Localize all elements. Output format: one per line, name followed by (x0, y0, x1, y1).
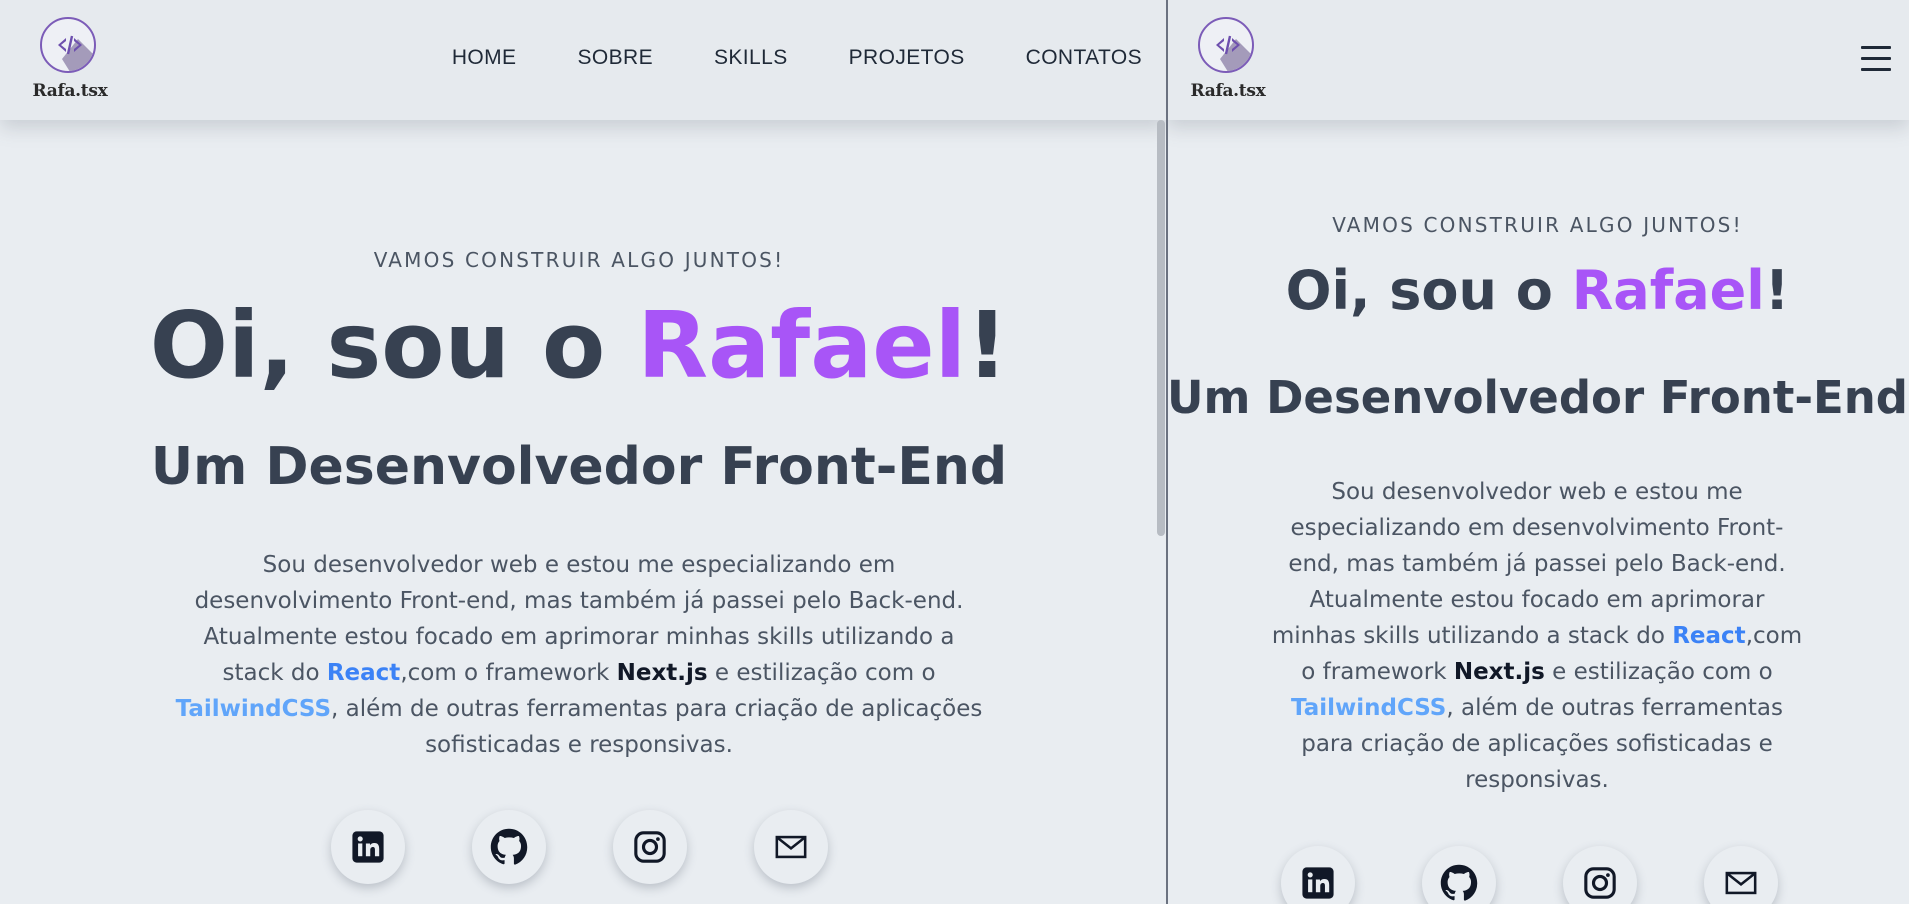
github-icon (490, 828, 528, 865)
linkedin-icon (352, 831, 384, 863)
logo-text: Rafa.tsx (32, 81, 108, 101)
hero-bio: Sou desenvolvedor web e estou me especia… (170, 547, 988, 763)
hero-eyebrow: VAMOS CONSTRUIR ALGO JUNTOS! (1332, 213, 1743, 237)
split-screen-view: Rafa.tsx HOME SOBRE SKILLS PROJETOS CONT… (0, 0, 1909, 904)
hero-exclamation: ! (1764, 259, 1790, 322)
mobile-viewport: Rafa.tsx VAMOS CONSTRUIR ALGO JUNTOS! Oi… (1166, 0, 1909, 904)
nav-home[interactable]: HOME (452, 46, 517, 70)
hero-greeting: Oi, sou o (1285, 259, 1572, 322)
mail-icon (775, 835, 807, 859)
bio-next: Next.js (1453, 659, 1545, 685)
hero-subtitle: Um Desenvolvedor Front-End (150, 437, 1008, 497)
bio-next: Next.js (616, 660, 708, 686)
bio-text: e estilização com o (707, 660, 936, 686)
pane-divider (1166, 0, 1168, 904)
hamburger-menu-icon[interactable] (1861, 44, 1891, 74)
bio-text: e estilização com o (1544, 659, 1773, 685)
mail-icon (1725, 871, 1757, 895)
github-icon (1440, 864, 1478, 901)
instagram-link[interactable] (613, 810, 687, 884)
linkedin-icon (1302, 867, 1334, 899)
hero-name: Rafael (637, 292, 967, 399)
social-links (331, 810, 828, 884)
linkedin-link[interactable] (1281, 846, 1355, 904)
hero-name: Rafael (1571, 259, 1765, 322)
github-link[interactable] (1422, 846, 1496, 904)
linkedin-link[interactable] (331, 810, 405, 884)
bio-text: , além de outras ferramentas para criaçã… (331, 696, 983, 758)
bio-react: React (1672, 623, 1746, 649)
instagram-link[interactable] (1563, 846, 1637, 904)
logo-text: Rafa.tsx (1190, 81, 1266, 101)
email-link[interactable] (754, 810, 828, 884)
site-header-mobile: Rafa.tsx (1166, 0, 1909, 120)
hero-subtitle: Um Desenvolvedor Front-End (1166, 371, 1908, 424)
site-logo-mobile[interactable]: Rafa.tsx (1186, 17, 1276, 105)
code-icon (1198, 17, 1254, 73)
hero-title: Oi, sou o Rafael! (0, 292, 1158, 400)
nav-skills[interactable]: SKILLS (714, 46, 788, 70)
instagram-icon (1584, 867, 1616, 899)
nav-projetos[interactable]: PROJETOS (849, 46, 965, 70)
main-nav: HOME SOBRE SKILLS PROJETOS CONTATOS (452, 46, 1142, 70)
bio-tailwind: TailwindCSS (1290, 695, 1447, 721)
site-header: Rafa.tsx HOME SOBRE SKILLS PROJETOS CONT… (0, 0, 1166, 120)
bio-tailwind: TailwindCSS (175, 696, 332, 722)
site-logo[interactable]: Rafa.tsx (28, 17, 118, 105)
email-link[interactable] (1704, 846, 1778, 904)
hero-eyebrow: VAMOS CONSTRUIR ALGO JUNTOS! (373, 248, 785, 272)
code-icon (40, 17, 96, 73)
scrollbar-thumb[interactable] (1157, 120, 1165, 536)
bio-text: ,com o framework (400, 660, 617, 686)
nav-contatos[interactable]: CONTATOS (1026, 46, 1142, 70)
instagram-icon (634, 831, 666, 863)
desktop-viewport: Rafa.tsx HOME SOBRE SKILLS PROJETOS CONT… (0, 0, 1166, 904)
hero-bio: Sou desenvolvedor web e estou me especia… (1267, 474, 1807, 798)
hero-title: Oi, sou o Rafael! (1166, 258, 1909, 324)
hero-greeting: Oi, sou o (149, 292, 638, 399)
social-links (1281, 846, 1778, 904)
github-link[interactable] (472, 810, 546, 884)
nav-sobre[interactable]: SOBRE (577, 46, 653, 70)
hero-exclamation: ! (966, 292, 1009, 399)
bio-react: React (326, 660, 401, 686)
